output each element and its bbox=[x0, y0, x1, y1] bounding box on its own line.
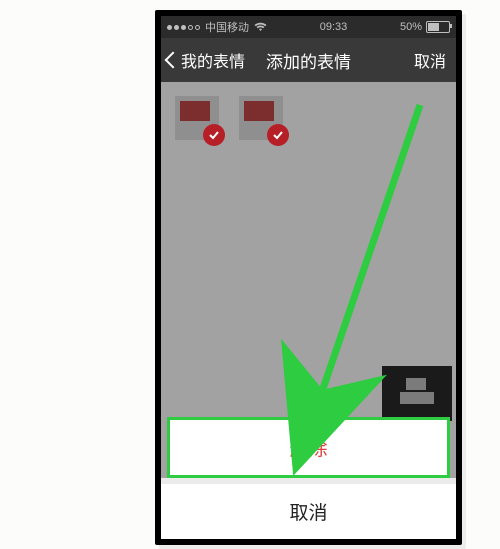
nav-right-button[interactable]: 取消 bbox=[414, 48, 446, 72]
sticker-grid bbox=[161, 82, 456, 154]
phone-frame: 中国移动 09:33 50% 我的表情 添加的表情 取消 bbox=[155, 10, 462, 545]
battery-percent-label: 50% bbox=[400, 21, 422, 33]
cancel-button[interactable]: 取消 bbox=[161, 484, 456, 539]
screen: 中国移动 09:33 50% 我的表情 添加的表情 取消 bbox=[161, 16, 456, 539]
wifi-icon bbox=[254, 22, 267, 32]
sticker-item[interactable] bbox=[239, 96, 283, 140]
back-button[interactable]: 我的表情 bbox=[161, 48, 245, 72]
battery-icon bbox=[426, 21, 450, 33]
selected-check-icon bbox=[267, 124, 289, 146]
navigation-bar: 我的表情 添加的表情 取消 bbox=[161, 38, 456, 82]
status-bar: 中国移动 09:33 50% bbox=[161, 16, 456, 38]
back-label: 我的表情 bbox=[181, 48, 245, 72]
selected-check-icon bbox=[203, 124, 225, 146]
chevron-left-icon bbox=[165, 52, 182, 69]
clock-label: 09:33 bbox=[320, 21, 348, 33]
action-sheet: 删除 取消 bbox=[161, 413, 456, 539]
delete-button[interactable]: 删除 bbox=[167, 417, 450, 478]
sticker-image bbox=[180, 101, 210, 121]
signal-strength-icon bbox=[167, 25, 200, 30]
sticker-item[interactable] bbox=[175, 96, 219, 140]
carrier-label: 中国移动 bbox=[205, 19, 249, 35]
sticker-image bbox=[244, 101, 274, 121]
